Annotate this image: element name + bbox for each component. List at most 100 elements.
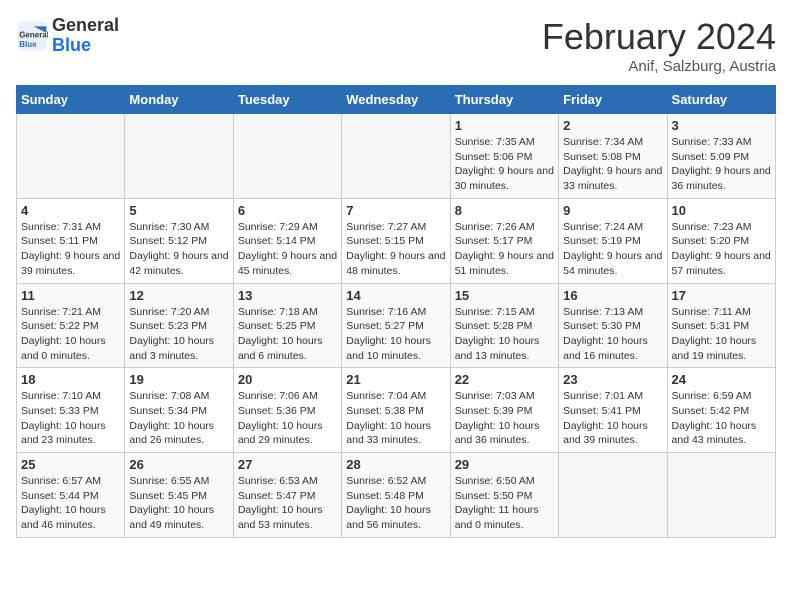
day-number: 14 — [346, 288, 445, 303]
day-number: 10 — [672, 203, 771, 218]
calendar-cell: 6 Sunrise: 7:29 AMSunset: 5:14 PMDayligh… — [233, 198, 341, 283]
day-info: Sunrise: 7:24 AMSunset: 5:19 PMDaylight:… — [563, 220, 662, 279]
calendar-cell — [667, 453, 775, 538]
calendar-cell: 9 Sunrise: 7:24 AMSunset: 5:19 PMDayligh… — [559, 198, 667, 283]
logo-icon: General Blue — [16, 20, 48, 52]
calendar-cell — [559, 453, 667, 538]
day-number: 11 — [21, 288, 120, 303]
calendar-cell: 2 Sunrise: 7:34 AMSunset: 5:08 PMDayligh… — [559, 114, 667, 199]
day-info: Sunrise: 7:04 AMSunset: 5:38 PMDaylight:… — [346, 389, 445, 448]
day-info: Sunrise: 6:59 AMSunset: 5:42 PMDaylight:… — [672, 389, 771, 448]
day-number: 12 — [129, 288, 228, 303]
day-number: 8 — [455, 203, 554, 218]
calendar-cell: 4 Sunrise: 7:31 AMSunset: 5:11 PMDayligh… — [17, 198, 125, 283]
calendar-cell: 24 Sunrise: 6:59 AMSunset: 5:42 PMDaylig… — [667, 368, 775, 453]
weekday-header: Saturday — [667, 86, 775, 114]
day-number: 13 — [238, 288, 337, 303]
logo: General Blue GeneralBlue — [16, 16, 119, 56]
day-info: Sunrise: 6:57 AMSunset: 5:44 PMDaylight:… — [21, 474, 120, 533]
day-number: 19 — [129, 372, 228, 387]
day-number: 2 — [563, 118, 662, 133]
day-info: Sunrise: 7:08 AMSunset: 5:34 PMDaylight:… — [129, 389, 228, 448]
calendar-body: 1 Sunrise: 7:35 AMSunset: 5:06 PMDayligh… — [17, 114, 776, 538]
calendar-cell: 21 Sunrise: 7:04 AMSunset: 5:38 PMDaylig… — [342, 368, 450, 453]
day-number: 28 — [346, 457, 445, 472]
calendar-table: SundayMondayTuesdayWednesdayThursdayFrid… — [16, 85, 776, 538]
weekday-header: Friday — [559, 86, 667, 114]
calendar-week-row: 25 Sunrise: 6:57 AMSunset: 5:44 PMDaylig… — [17, 453, 776, 538]
calendar-cell: 23 Sunrise: 7:01 AMSunset: 5:41 PMDaylig… — [559, 368, 667, 453]
day-number: 3 — [672, 118, 771, 133]
svg-text:General: General — [19, 30, 48, 39]
calendar-cell: 7 Sunrise: 7:27 AMSunset: 5:15 PMDayligh… — [342, 198, 450, 283]
calendar-cell: 16 Sunrise: 7:13 AMSunset: 5:30 PMDaylig… — [559, 283, 667, 368]
day-info: Sunrise: 7:23 AMSunset: 5:20 PMDaylight:… — [672, 220, 771, 279]
day-info: Sunrise: 7:13 AMSunset: 5:30 PMDaylight:… — [563, 305, 662, 364]
calendar-cell: 10 Sunrise: 7:23 AMSunset: 5:20 PMDaylig… — [667, 198, 775, 283]
day-info: Sunrise: 7:30 AMSunset: 5:12 PMDaylight:… — [129, 220, 228, 279]
day-info: Sunrise: 6:55 AMSunset: 5:45 PMDaylight:… — [129, 474, 228, 533]
calendar-cell — [125, 114, 233, 199]
day-info: Sunrise: 7:35 AMSunset: 5:06 PMDaylight:… — [455, 135, 554, 194]
calendar-week-row: 4 Sunrise: 7:31 AMSunset: 5:11 PMDayligh… — [17, 198, 776, 283]
day-number: 6 — [238, 203, 337, 218]
day-number: 20 — [238, 372, 337, 387]
day-number: 18 — [21, 372, 120, 387]
calendar-cell: 11 Sunrise: 7:21 AMSunset: 5:22 PMDaylig… — [17, 283, 125, 368]
calendar-week-row: 18 Sunrise: 7:10 AMSunset: 5:33 PMDaylig… — [17, 368, 776, 453]
calendar-cell: 26 Sunrise: 6:55 AMSunset: 5:45 PMDaylig… — [125, 453, 233, 538]
title-block: February 2024 Anif, Salzburg, Austria — [542, 16, 776, 75]
day-info: Sunrise: 6:52 AMSunset: 5:48 PMDaylight:… — [346, 474, 445, 533]
calendar-cell: 28 Sunrise: 6:52 AMSunset: 5:48 PMDaylig… — [342, 453, 450, 538]
calendar-cell: 27 Sunrise: 6:53 AMSunset: 5:47 PMDaylig… — [233, 453, 341, 538]
calendar-cell — [342, 114, 450, 199]
day-info: Sunrise: 7:18 AMSunset: 5:25 PMDaylight:… — [238, 305, 337, 364]
svg-text:Blue: Blue — [19, 40, 37, 49]
day-number: 24 — [672, 372, 771, 387]
calendar-cell: 19 Sunrise: 7:08 AMSunset: 5:34 PMDaylig… — [125, 368, 233, 453]
day-info: Sunrise: 7:01 AMSunset: 5:41 PMDaylight:… — [563, 389, 662, 448]
calendar-cell: 18 Sunrise: 7:10 AMSunset: 5:33 PMDaylig… — [17, 368, 125, 453]
day-number: 22 — [455, 372, 554, 387]
weekday-header: Monday — [125, 86, 233, 114]
calendar-cell: 1 Sunrise: 7:35 AMSunset: 5:06 PMDayligh… — [450, 114, 558, 199]
logo-text: GeneralBlue — [52, 16, 119, 56]
calendar-cell: 13 Sunrise: 7:18 AMSunset: 5:25 PMDaylig… — [233, 283, 341, 368]
day-info: Sunrise: 7:21 AMSunset: 5:22 PMDaylight:… — [21, 305, 120, 364]
calendar-cell: 29 Sunrise: 6:50 AMSunset: 5:50 PMDaylig… — [450, 453, 558, 538]
day-number: 21 — [346, 372, 445, 387]
calendar-week-row: 11 Sunrise: 7:21 AMSunset: 5:22 PMDaylig… — [17, 283, 776, 368]
day-info: Sunrise: 7:31 AMSunset: 5:11 PMDaylight:… — [21, 220, 120, 279]
day-info: Sunrise: 7:27 AMSunset: 5:15 PMDaylight:… — [346, 220, 445, 279]
day-number: 1 — [455, 118, 554, 133]
day-info: Sunrise: 7:29 AMSunset: 5:14 PMDaylight:… — [238, 220, 337, 279]
location-subtitle: Anif, Salzburg, Austria — [542, 58, 776, 75]
day-info: Sunrise: 7:06 AMSunset: 5:36 PMDaylight:… — [238, 389, 337, 448]
calendar-cell: 20 Sunrise: 7:06 AMSunset: 5:36 PMDaylig… — [233, 368, 341, 453]
day-number: 17 — [672, 288, 771, 303]
calendar-cell: 3 Sunrise: 7:33 AMSunset: 5:09 PMDayligh… — [667, 114, 775, 199]
day-number: 27 — [238, 457, 337, 472]
calendar-cell: 22 Sunrise: 7:03 AMSunset: 5:39 PMDaylig… — [450, 368, 558, 453]
day-number: 26 — [129, 457, 228, 472]
day-info: Sunrise: 7:34 AMSunset: 5:08 PMDaylight:… — [563, 135, 662, 194]
calendar-cell: 5 Sunrise: 7:30 AMSunset: 5:12 PMDayligh… — [125, 198, 233, 283]
calendar-cell: 17 Sunrise: 7:11 AMSunset: 5:31 PMDaylig… — [667, 283, 775, 368]
day-number: 4 — [21, 203, 120, 218]
calendar-cell: 12 Sunrise: 7:20 AMSunset: 5:23 PMDaylig… — [125, 283, 233, 368]
weekday-header: Sunday — [17, 86, 125, 114]
day-number: 9 — [563, 203, 662, 218]
calendar-cell: 8 Sunrise: 7:26 AMSunset: 5:17 PMDayligh… — [450, 198, 558, 283]
weekday-header: Tuesday — [233, 86, 341, 114]
day-info: Sunrise: 7:20 AMSunset: 5:23 PMDaylight:… — [129, 305, 228, 364]
day-info: Sunrise: 7:33 AMSunset: 5:09 PMDaylight:… — [672, 135, 771, 194]
page-header: General Blue GeneralBlue February 2024 A… — [16, 16, 776, 75]
day-number: 29 — [455, 457, 554, 472]
weekday-header: Wednesday — [342, 86, 450, 114]
calendar-cell — [17, 114, 125, 199]
month-title: February 2024 — [542, 16, 776, 58]
calendar-week-row: 1 Sunrise: 7:35 AMSunset: 5:06 PMDayligh… — [17, 114, 776, 199]
calendar-cell — [233, 114, 341, 199]
day-number: 25 — [21, 457, 120, 472]
day-number: 15 — [455, 288, 554, 303]
